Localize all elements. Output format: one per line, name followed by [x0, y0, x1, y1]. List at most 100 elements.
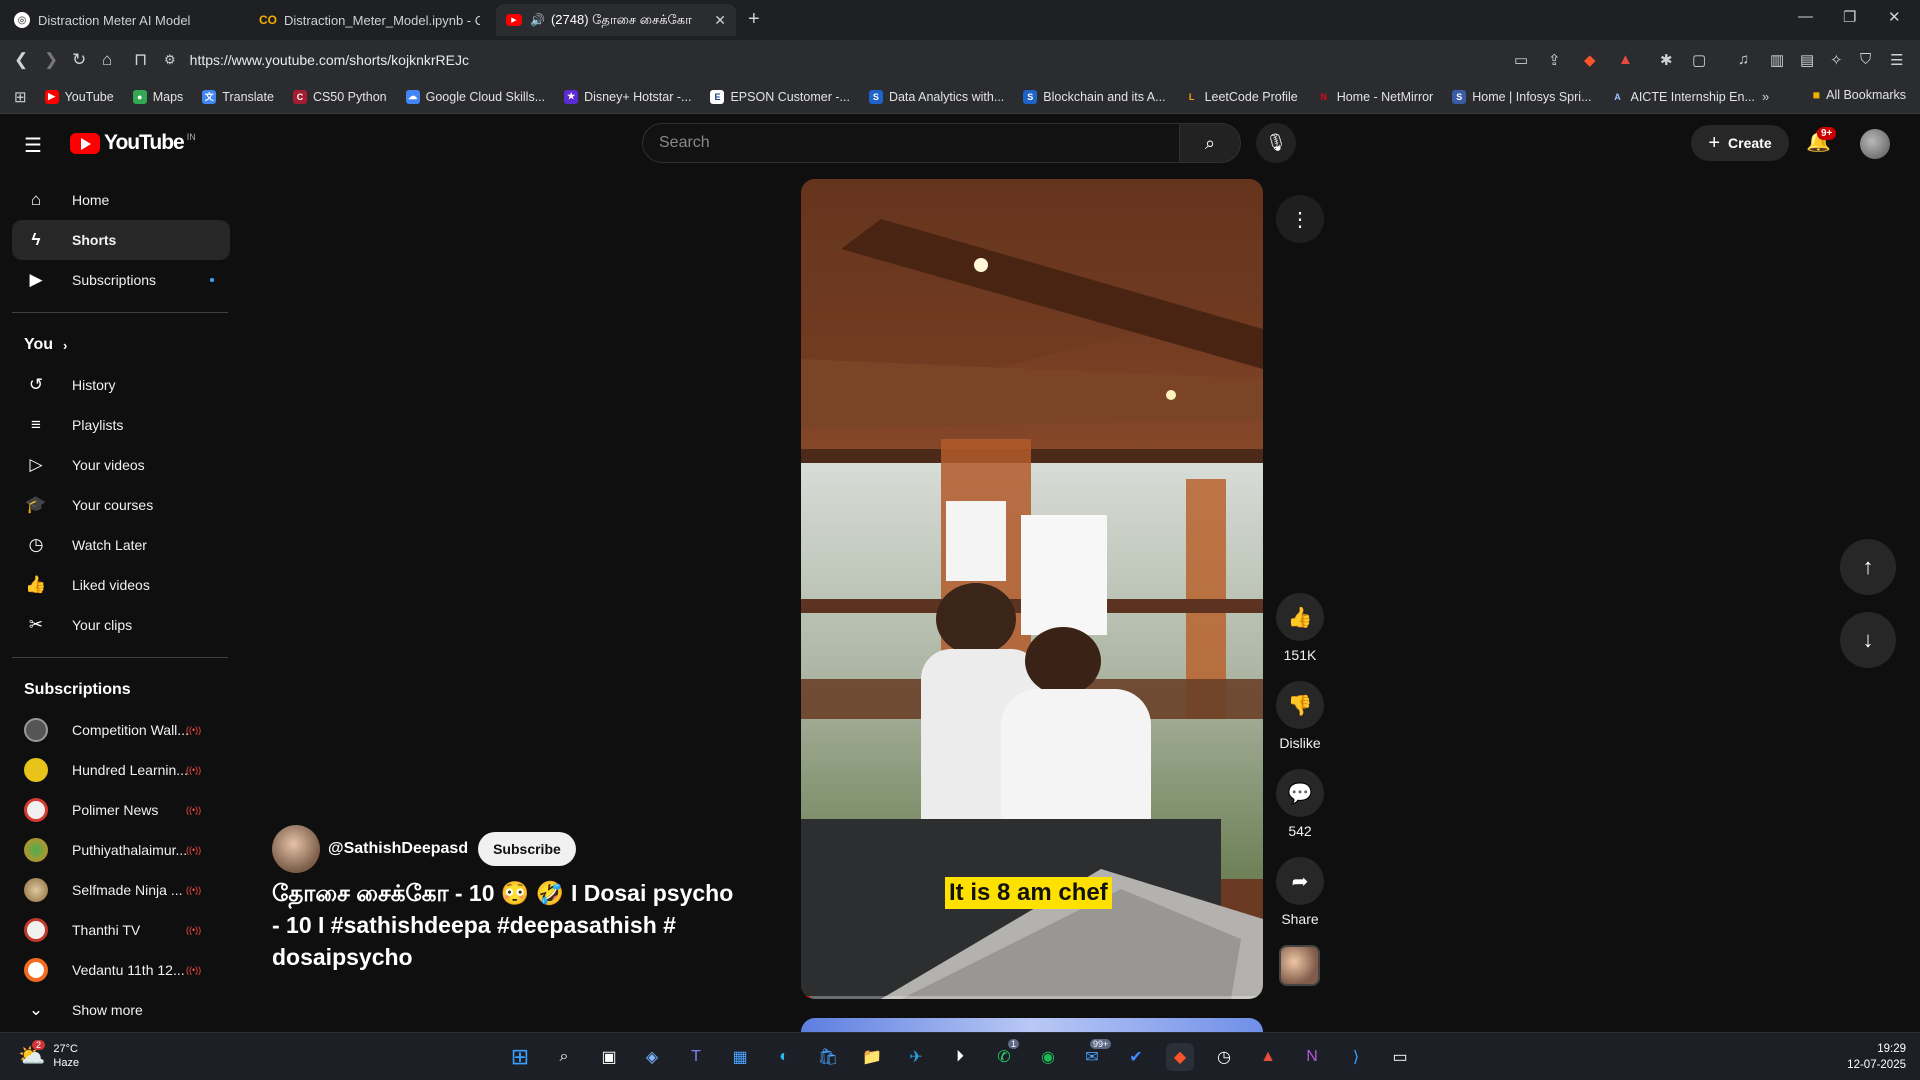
close-window-icon[interactable]: ✕: [1888, 8, 1901, 26]
subscription-channel[interactable]: Puthiyathalaimur... ((•)): [12, 830, 230, 870]
media-player-app[interactable]: ⏵: [946, 1043, 974, 1071]
comments-action[interactable]: 💬 542: [1276, 769, 1324, 839]
channel-name[interactable]: @SathishDeepasd: [328, 840, 468, 858]
menu-icon[interactable]: ☰: [1890, 51, 1903, 69]
tab-search-icon[interactable]: ▢: [1692, 51, 1706, 69]
close-tab-icon[interactable]: ✕: [714, 12, 726, 29]
guide-menu-icon[interactable]: ☰: [24, 133, 42, 158]
store-app[interactable]: 🛍: [814, 1043, 842, 1071]
edge-app[interactable]: ◐: [770, 1043, 798, 1071]
start-button[interactable]: ⊞: [506, 1043, 534, 1071]
new-tab-icon[interactable]: +: [748, 8, 760, 31]
home-icon[interactable]: ⌂: [102, 50, 112, 70]
shorts-video-player[interactable]: It is 8 am chef: [801, 179, 1263, 999]
bookmark-leetcode[interactable]: L LeetCode Profile: [1184, 89, 1298, 104]
brave-rewards-icon[interactable]: ▲: [1618, 51, 1633, 68]
sidebar-item-shorts[interactable]: ϟ Shorts: [12, 220, 230, 260]
remix-sound-thumbnail[interactable]: [1279, 945, 1320, 986]
more-options-button[interactable]: ⋮: [1276, 195, 1324, 243]
you-section-heading[interactable]: You ›: [12, 325, 230, 365]
restore-icon[interactable]: ❐: [1843, 8, 1856, 26]
url-text[interactable]: https://www.youtube.com/shorts/kojknkrRE…: [190, 52, 469, 68]
bookmark-aicte[interactable]: A AICTE Internship En...: [1610, 89, 1755, 104]
channel-avatar[interactable]: [272, 825, 320, 873]
terminal-app[interactable]: ▭: [1386, 1043, 1414, 1071]
todo-app[interactable]: ✔: [1122, 1043, 1150, 1071]
sidebar-item-your-videos[interactable]: ▷ Your videos: [12, 445, 230, 485]
minimize-icon[interactable]: —: [1798, 8, 1813, 25]
subscription-channel[interactable]: Selfmade Ninja ... ((•)): [12, 870, 230, 910]
cast-icon[interactable]: ▭: [1514, 51, 1528, 69]
wallet-icon[interactable]: ▤: [1800, 51, 1814, 69]
voice-search-button[interactable]: 🎙: [1256, 123, 1296, 163]
tab-colab-notebook[interactable]: CO Distraction_Meter_Model.ipynb - Col: [250, 4, 490, 36]
bookmark-blockchain[interactable]: S Blockchain and its A...: [1023, 89, 1166, 104]
dislike-action[interactable]: 👎 Dislike: [1276, 681, 1324, 751]
site-info-icon[interactable]: ⚙: [164, 52, 176, 68]
media-icon[interactable]: ♫: [1738, 51, 1749, 68]
sidebar-item-playlists[interactable]: ≡ Playlists: [12, 405, 230, 445]
bookmark-translate[interactable]: 文 Translate: [202, 89, 274, 104]
onenote-app[interactable]: N: [1298, 1043, 1326, 1071]
adobe-app[interactable]: ▲: [1254, 1043, 1282, 1071]
account-avatar[interactable]: [1860, 129, 1890, 159]
bookmark-data-analytics[interactable]: S Data Analytics with...: [868, 89, 1004, 104]
extensions-icon[interactable]: ✱: [1660, 51, 1673, 69]
sidebar-item-home[interactable]: ⌂ Home: [12, 180, 230, 220]
share-icon[interactable]: ⇪: [1548, 51, 1561, 69]
like-button[interactable]: 👍: [1276, 593, 1324, 641]
weather-widget[interactable]: ⛅ 2 27°C Haze: [18, 1040, 79, 1070]
sidebar-item-history[interactable]: ↺ History: [12, 365, 230, 405]
bookmark-epson[interactable]: E EPSON Customer -...: [710, 89, 850, 104]
short-title[interactable]: தோசை சைக்கோ - 10 😳 🤣 I Dosai psycho - 10…: [272, 877, 742, 973]
system-clock[interactable]: 19:29 12-07-2025: [1847, 1041, 1906, 1073]
widgets-app[interactable]: ▦: [726, 1043, 754, 1071]
next-short-preview[interactable]: [801, 1018, 1263, 1032]
bookmark-hotstar[interactable]: ★ Disney+ Hotstar -...: [564, 89, 691, 104]
vscode-app[interactable]: ⟩: [1342, 1043, 1370, 1071]
next-short-button[interactable]: ↓: [1840, 612, 1896, 668]
comments-button[interactable]: 💬: [1276, 769, 1324, 817]
tab-distraction-meter[interactable]: ◎ Distraction Meter AI Model: [4, 4, 244, 36]
subscribe-button[interactable]: Subscribe: [478, 832, 576, 866]
bookmark-cs50[interactable]: C CS50 Python: [292, 89, 387, 104]
sidebar-item-liked-videos[interactable]: 👍 Liked videos: [12, 565, 230, 605]
brave-shields-icon[interactable]: ◆: [1584, 51, 1596, 69]
share-button[interactable]: ➦: [1276, 857, 1324, 905]
spotify-app[interactable]: ◉: [1034, 1043, 1062, 1071]
teams-app[interactable]: T: [682, 1043, 710, 1071]
audio-playing-icon[interactable]: 🔊: [530, 13, 545, 27]
sidebar-item-your-courses[interactable]: 🎓 Your courses: [12, 485, 230, 525]
sidebar-icon[interactable]: ▥: [1770, 51, 1784, 69]
sidebar-item-watch-later[interactable]: ◷ Watch Later: [12, 525, 230, 565]
bookmark-google-cloud[interactable]: ☁ Google Cloud Skills...: [405, 89, 545, 104]
subscription-channel[interactable]: Thanthi TV ((•)): [12, 910, 230, 950]
address-bar[interactable]: ⚙ https://www.youtube.com/shorts/kojknkr…: [164, 45, 1496, 75]
bookmark-infosys[interactable]: S Home | Infosys Spri...: [1452, 89, 1592, 104]
bookmark-netmirror[interactable]: N Home - NetMirror: [1316, 89, 1433, 104]
previous-short-button[interactable]: ↑: [1840, 539, 1896, 595]
dislike-button[interactable]: 👎: [1276, 681, 1324, 729]
forward-icon[interactable]: ❯: [44, 50, 58, 70]
clock-app[interactable]: ◷: [1210, 1043, 1238, 1071]
like-action[interactable]: 👍 151K: [1276, 593, 1324, 663]
leo-ai-icon[interactable]: ✧: [1830, 51, 1843, 69]
subscription-channel[interactable]: Vedantu 11th 12... ((•)): [12, 950, 230, 990]
file-explorer-app[interactable]: 📁: [858, 1043, 886, 1071]
show-more-button[interactable]: ⌄ Show more: [12, 990, 230, 1030]
taskbar-search[interactable]: ⌕: [550, 1043, 578, 1071]
search-button[interactable]: ⌕: [1179, 123, 1241, 163]
copilot-app[interactable]: ◈: [638, 1043, 666, 1071]
subscription-channel[interactable]: Polimer News ((•)): [12, 790, 230, 830]
youtube-logo[interactable]: YouTube IN: [70, 131, 196, 155]
video-progress-bar[interactable]: [801, 996, 1263, 999]
reload-icon[interactable]: ↻: [72, 50, 86, 70]
task-view[interactable]: ▣: [595, 1043, 623, 1071]
telegram-app[interactable]: ✈: [902, 1043, 930, 1071]
apps-grid-icon[interactable]: ⊞: [14, 88, 27, 106]
sidebar-item-subscriptions[interactable]: ▶ Subscriptions: [12, 260, 230, 300]
brave-app[interactable]: ◆: [1166, 1043, 1194, 1071]
sidebar-item-your-clips[interactable]: ✂ Your clips: [12, 605, 230, 645]
tab-youtube-short[interactable]: ▶ 🔊 (2748) தோசை சைக்கோ ✕: [496, 4, 736, 36]
subscription-channel[interactable]: Competition Wall... ((•)): [12, 710, 230, 750]
